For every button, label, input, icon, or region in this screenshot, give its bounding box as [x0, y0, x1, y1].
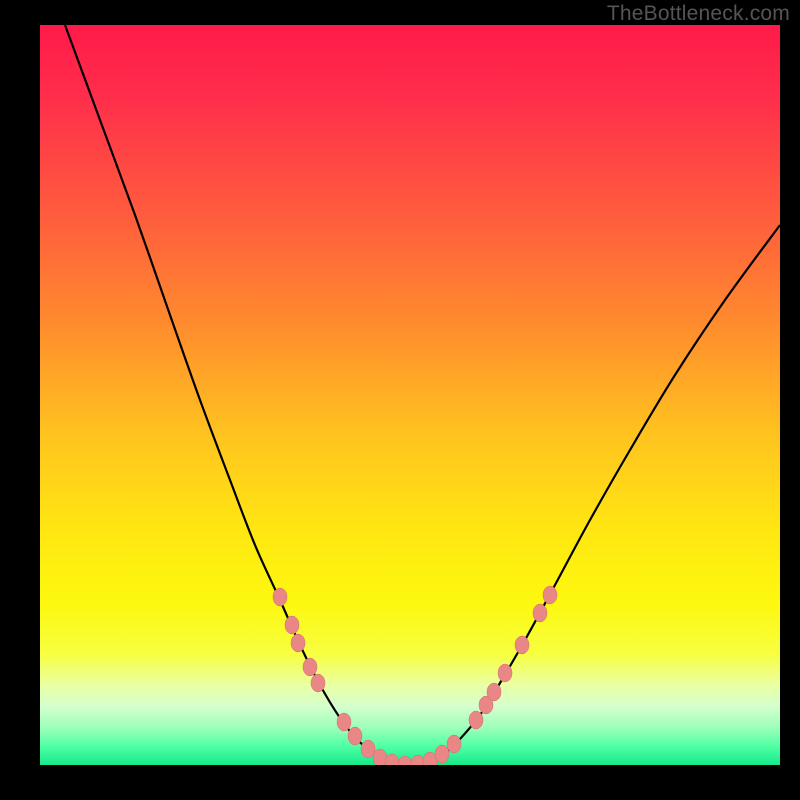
data-point — [398, 756, 412, 765]
data-point — [285, 616, 299, 634]
data-point — [361, 740, 375, 758]
data-point — [311, 674, 325, 692]
scatter-dots — [40, 25, 780, 765]
data-point — [469, 711, 483, 729]
data-point — [487, 683, 501, 701]
data-point — [533, 604, 547, 622]
plot-area — [40, 25, 780, 765]
watermark-text: TheBottleneck.com — [607, 2, 790, 26]
data-point — [337, 713, 351, 731]
data-point — [303, 658, 317, 676]
data-point — [543, 586, 557, 604]
data-point — [447, 735, 461, 753]
data-point — [385, 754, 399, 765]
data-point — [348, 727, 362, 745]
data-point — [291, 634, 305, 652]
chart-frame: TheBottleneck.com — [0, 0, 800, 800]
data-point — [435, 745, 449, 763]
data-point — [498, 664, 512, 682]
data-point — [273, 588, 287, 606]
data-point — [515, 636, 529, 654]
